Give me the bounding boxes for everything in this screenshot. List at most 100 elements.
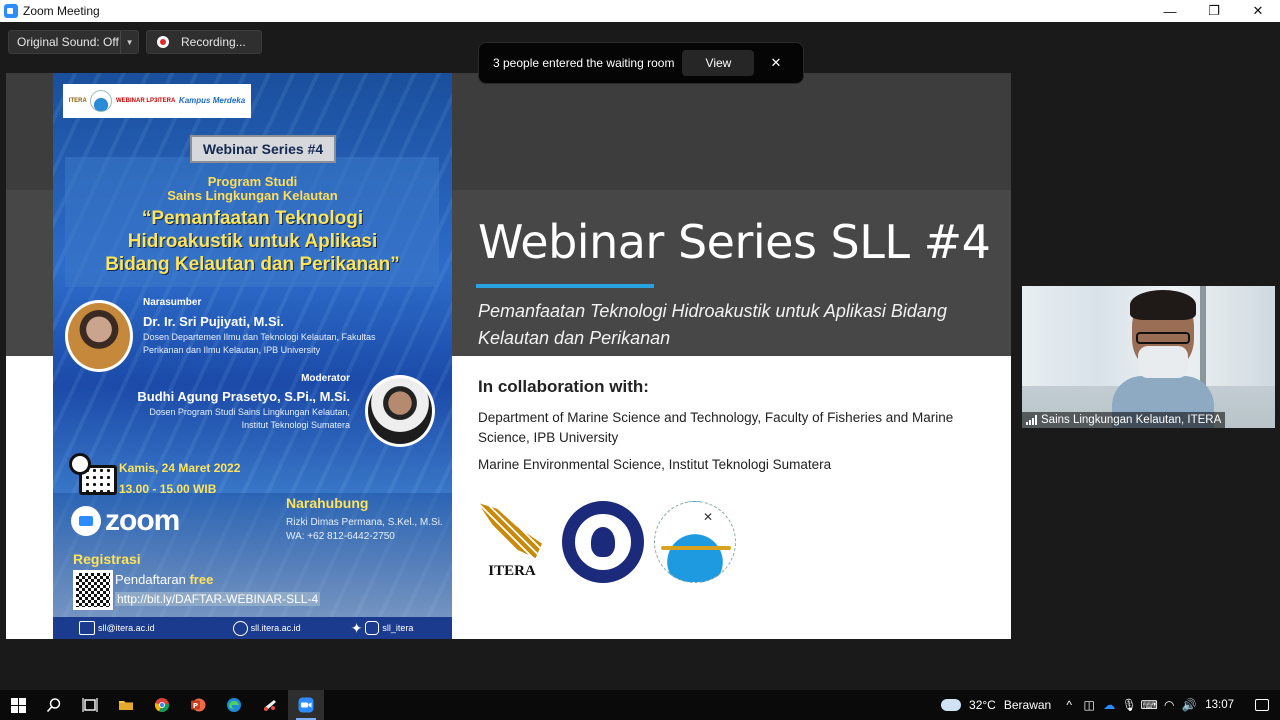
- collaboration-ipb: Department of Marine Science and Technol…: [478, 410, 954, 445]
- chrome-icon: [154, 698, 170, 713]
- recording-label: Recording...: [181, 35, 246, 49]
- cursor-icon: ✕: [703, 510, 714, 524]
- speaker-desc-1: Dosen Departemen Ilmu dan Teknologi Kela…: [143, 332, 376, 342]
- edge-icon: [227, 698, 241, 712]
- start-button[interactable]: [0, 690, 36, 720]
- mail-icon: [79, 621, 95, 635]
- close-window-button[interactable]: ✕: [1236, 0, 1280, 22]
- shared-screen: ITERA WEBINAR LP3ITERA Kampus Merdeka We…: [6, 73, 1011, 639]
- recording-indicator[interactable]: Recording...: [146, 30, 262, 54]
- record-icon: [157, 36, 169, 48]
- itera-logo: ITERA: [478, 503, 546, 583]
- globe-icon: [232, 620, 248, 636]
- sll-mini-logo: [90, 90, 113, 112]
- participant-video-tile[interactable]: Sains Lingkungan Kelautan, ITERA: [1022, 286, 1275, 428]
- poster-title-line-1: “Pemanfaatan Teknologi: [141, 208, 364, 229]
- zoom-taskbar-button[interactable]: [288, 690, 324, 720]
- tray-chevron-up-icon[interactable]: ^: [1059, 690, 1079, 720]
- slide-title-underline: [476, 284, 654, 288]
- keyboard-icon[interactable]: ⌨: [1139, 690, 1159, 720]
- instagram-icon: [365, 621, 380, 635]
- close-notification-icon[interactable]: ✕: [770, 55, 781, 71]
- poster-title-line-2: Hidroakustik untuk Aplikasi: [127, 231, 378, 252]
- minimize-button[interactable]: —: [1148, 0, 1192, 22]
- series-tag: Webinar Series #4: [190, 135, 336, 163]
- footer-email: sll@itera.ac.id: [98, 623, 155, 633]
- view-waiting-room-button[interactable]: View: [682, 50, 755, 76]
- waiting-room-notification: 3 people entered the waiting room View ✕: [478, 42, 804, 84]
- speaker-label: Narasumber: [143, 297, 202, 308]
- weather-temperature[interactable]: 32°C: [969, 698, 996, 712]
- moderator-desc-2: Institut Teknologi Sumatera: [241, 420, 350, 430]
- collaboration-heading: In collaboration with:: [478, 377, 649, 396]
- system-tray: 32°C Berawan ^ ◫ ☁ 🎙 ⌨ ◠ 🔊 13:07: [941, 690, 1280, 720]
- moderator-name: Budhi Agung Prasetyo, S.Pi., M.Si.: [137, 389, 350, 404]
- notification-center-button[interactable]: [1244, 690, 1280, 720]
- slide-title: Webinar Series SLL #4: [478, 215, 991, 269]
- registration-label: Registrasi: [73, 551, 141, 567]
- windows-taskbar: P 32°C Berawan ^ ◫ ☁ 🎙 ⌨ ◠ 🔊 13:07: [0, 690, 1280, 720]
- scissors-icon: [264, 700, 276, 711]
- microphone-icon[interactable]: 🎙: [1119, 690, 1139, 720]
- taskbar-clock[interactable]: 13:07: [1205, 699, 1234, 711]
- zoom-logo: zoom: [71, 504, 180, 537]
- zoom-app-icon: [4, 4, 18, 18]
- edge-button[interactable]: [216, 690, 252, 720]
- itera-wordmark: ITERA: [488, 563, 536, 579]
- windows-icon: [10, 697, 26, 713]
- zoom-camera-icon: [71, 506, 101, 536]
- footer-social: sll_itera: [382, 623, 414, 633]
- registration-text: Pendaftaran free: [115, 572, 213, 587]
- zoom-wordmark: zoom: [105, 504, 180, 537]
- ipb-logo: [562, 501, 644, 583]
- powerpoint-icon: P: [191, 698, 206, 712]
- volume-icon[interactable]: 🔊: [1179, 690, 1199, 720]
- participant-figure: [1112, 290, 1214, 428]
- wifi-icon[interactable]: ◠: [1159, 690, 1179, 720]
- weather-cloud-icon: [941, 699, 962, 711]
- powerpoint-button[interactable]: P: [180, 690, 216, 720]
- itera-mini-logo: ITERA: [68, 98, 87, 104]
- calendar-clock-icon: [69, 453, 117, 497]
- chrome-button[interactable]: [144, 690, 180, 720]
- webinar-poster: ITERA WEBINAR LP3ITERA Kampus Merdeka We…: [53, 73, 452, 639]
- contact-label: Narahubung: [286, 495, 369, 511]
- slide-subtitle: Pemanfaatan Teknologi Hidroakustik untuk…: [478, 301, 947, 348]
- registration-text-main: Pendaftaran: [115, 572, 186, 587]
- folder-icon: [119, 701, 133, 710]
- zoom-icon: [298, 697, 314, 713]
- program-name: Program Studi Sains Lingkungan Kelautan: [53, 175, 452, 203]
- qr-code: [73, 570, 113, 610]
- poster-footer: sll@itera.ac.id sll.itera.ac.id ✦ sll_it…: [53, 617, 452, 639]
- meet-now-icon[interactable]: ◫: [1079, 690, 1099, 720]
- original-sound-button[interactable]: Original Sound: Off ▼: [8, 30, 139, 54]
- event-date: Kamis, 24 Maret 2022: [119, 461, 241, 475]
- search-button[interactable]: [36, 690, 72, 720]
- ipb-leaf-emblem: [591, 527, 615, 557]
- collaboration-itera: Marine Environmental Science, Institut T…: [478, 457, 832, 472]
- moderator-photo: [365, 375, 435, 447]
- poster-title-line-3: Bidang Kelautan dan Perikanan”: [105, 254, 400, 275]
- file-explorer-button[interactable]: [108, 690, 144, 720]
- window-controls: — ❐ ✕: [1148, 0, 1280, 22]
- footer-web: sll.itera.ac.id: [250, 623, 301, 633]
- notification-icon: [1255, 699, 1269, 711]
- participant-name: Sains Lingkungan Kelautan, ITERA: [1041, 414, 1222, 426]
- waiting-room-message: 3 people entered the waiting room: [493, 56, 675, 70]
- kampus-merdeka-logo: Kampus Merdeka: [178, 96, 246, 105]
- program-line-2: Sains Lingkungan Kelautan: [167, 188, 338, 203]
- svg-text:P: P: [193, 702, 198, 710]
- task-view-button[interactable]: [72, 690, 108, 720]
- weather-condition[interactable]: Berawan: [1004, 698, 1051, 712]
- original-sound-label: Original Sound: Off: [17, 35, 119, 49]
- snip-tool-button[interactable]: [252, 690, 288, 720]
- registration-free: free: [189, 572, 214, 587]
- moderator-desc-1: Dosen Program Studi Sains Lingkungan Kel…: [149, 407, 350, 417]
- chevron-down-icon[interactable]: ▼: [120, 31, 138, 53]
- speaker-photo: [65, 300, 133, 372]
- webinar-mini-logo: WEBINAR LP3ITERA: [115, 97, 176, 104]
- participant-name-bar: Sains Lingkungan Kelautan, ITERA: [1022, 412, 1226, 428]
- restore-button[interactable]: ❐: [1192, 0, 1236, 22]
- onedrive-icon[interactable]: ☁: [1099, 690, 1119, 720]
- program-line-1: Program Studi: [207, 174, 298, 189]
